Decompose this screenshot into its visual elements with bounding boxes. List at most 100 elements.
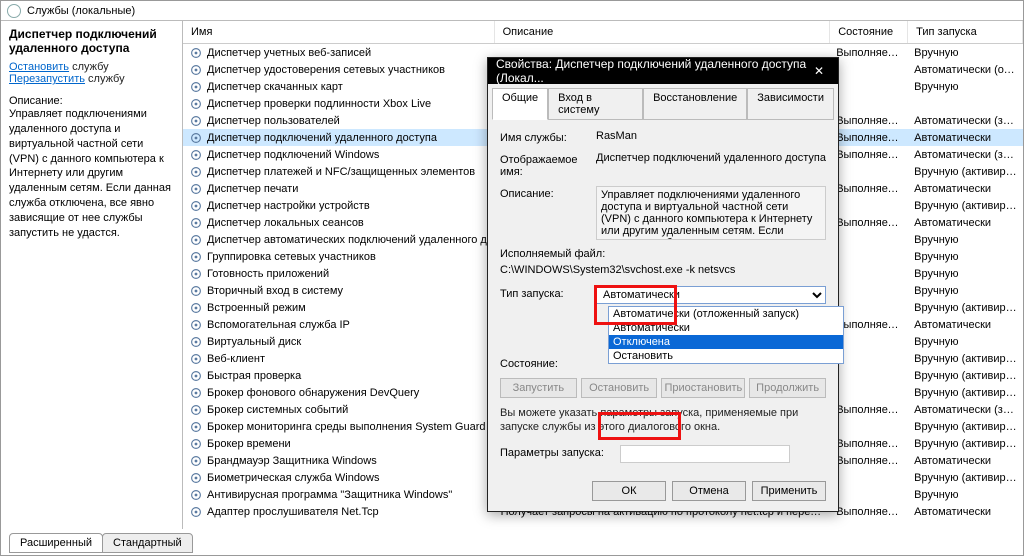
svc-name: Брокер системных событий xyxy=(207,404,348,416)
svc-name: Виртуальный диск xyxy=(207,336,301,348)
start-button[interactable]: Запустить xyxy=(500,378,577,398)
gear-icon xyxy=(189,471,203,485)
tab-recovery[interactable]: Восстановление xyxy=(643,88,747,120)
startup-select[interactable]: Автоматически xyxy=(596,286,826,304)
desc-box[interactable]: Управляет подключениями удаленного досту… xyxy=(596,186,826,240)
svc-name: Вспомогательная служба IP xyxy=(207,319,350,331)
gear-icon xyxy=(189,369,203,383)
svc-state: Выполняется xyxy=(830,217,908,229)
svc-start: Автоматически (запу xyxy=(908,149,1023,161)
desc-heading: Описание: xyxy=(9,95,174,107)
resume-button[interactable]: Продолжить xyxy=(749,378,826,398)
header-state[interactable]: Состояние xyxy=(830,21,908,43)
svc-start: Автоматически xyxy=(908,319,1023,331)
close-icon[interactable]: ✕ xyxy=(808,64,830,78)
svc-start: Вручную xyxy=(908,81,1023,93)
svc-state: Выполняется xyxy=(830,438,908,450)
svc-start: Вручную xyxy=(908,47,1023,59)
gear-icon xyxy=(189,233,203,247)
restart-link[interactable]: Перезапустить xyxy=(9,73,85,85)
svc-start: Вручную (активиров xyxy=(908,472,1023,484)
gear-icon xyxy=(189,284,203,298)
gear-icon xyxy=(189,403,203,417)
svc-start: Вручную (активиров xyxy=(908,353,1023,365)
svc-start: Автоматически xyxy=(908,455,1023,467)
svc-name: Брандмауэр Защитника Windows xyxy=(207,455,377,467)
gear-icon xyxy=(189,216,203,230)
svc-state: Выполняется xyxy=(830,115,908,127)
svc-state: Выполняется xyxy=(830,404,908,416)
svc-name: Брокер фонового обнаружения DevQuery xyxy=(207,387,419,399)
tab-logon[interactable]: Вход в систему xyxy=(548,88,643,120)
gear-icon xyxy=(189,267,203,281)
stop-link[interactable]: Остановить xyxy=(9,61,69,73)
svc-start: Автоматически (отло xyxy=(908,64,1023,76)
svc-start: Вручную xyxy=(908,336,1023,348)
svc-name: Диспетчер платежей и NFC/защищенных элем… xyxy=(207,166,475,178)
stop-button[interactable]: Остановить xyxy=(581,378,658,398)
gear-icon xyxy=(189,114,203,128)
apply-button[interactable]: Применить xyxy=(752,481,826,501)
svc-start: Вручную (активиров xyxy=(908,166,1023,178)
svc-start: Вручную (активиров xyxy=(908,387,1023,399)
svc-start: Автоматически xyxy=(908,132,1023,144)
gear-icon xyxy=(189,63,203,77)
tab-standard[interactable]: Стандартный xyxy=(102,533,193,553)
gear-icon xyxy=(189,454,203,468)
svc-name: Группировка сетевых участников xyxy=(207,251,376,263)
svc-state: Выполняется xyxy=(830,132,908,144)
svc-name: Антивирусная программа "Защитника Window… xyxy=(207,489,452,501)
gear-icon xyxy=(189,335,203,349)
tab-general[interactable]: Общие xyxy=(492,88,548,120)
svc-start: Вручную (активиров xyxy=(908,302,1023,314)
gear-icon xyxy=(189,301,203,315)
svc-name: Быстрая проверка xyxy=(207,370,301,382)
params-input[interactable] xyxy=(620,445,790,463)
svc-state: Выполняется xyxy=(830,183,908,195)
header-name[interactable]: Имя xyxy=(183,21,495,43)
gear-icon xyxy=(189,250,203,264)
svc-name: Диспетчер настройки устройств xyxy=(207,200,370,212)
gear-icon xyxy=(189,148,203,162)
header-desc[interactable]: Описание xyxy=(495,21,831,43)
cancel-button[interactable]: Отмена xyxy=(672,481,746,501)
svc-start: Автоматически (запу xyxy=(908,115,1023,127)
selected-service-title: Диспетчер подключений удаленного доступа xyxy=(9,27,174,55)
opt-auto[interactable]: Автоматически xyxy=(609,321,843,335)
opt-delayed[interactable]: Автоматически (отложенный запуск) xyxy=(609,307,843,321)
disp-name-value: Диспетчер подключений удаленного доступа xyxy=(596,152,826,164)
gear-icon xyxy=(189,352,203,366)
svc-start: Вручную (активиров xyxy=(908,421,1023,433)
svc-start: Автоматически xyxy=(908,506,1023,518)
svc-name: Готовность приложений xyxy=(207,268,329,280)
svc-name: Диспетчер проверки подлинности Xbox Live xyxy=(207,98,431,110)
svc-name-label: Имя службы: xyxy=(500,130,596,144)
tab-extended[interactable]: Расширенный xyxy=(9,533,103,553)
gear-icon xyxy=(189,488,203,502)
services-glyph-icon xyxy=(7,4,21,18)
svc-name: Диспетчер пользователей xyxy=(207,115,340,127)
service-description: Управляет подключениями удаленного досту… xyxy=(9,107,174,241)
column-headers: Имя Описание Состояние Тип запуска xyxy=(183,21,1023,44)
desc-label: Описание: xyxy=(500,186,596,200)
opt-disabled[interactable]: Отключена xyxy=(609,335,843,349)
startup-dropdown: Автоматически (отложенный запуск) Автома… xyxy=(608,306,844,364)
svc-name: Диспетчер скачанных карт xyxy=(207,81,343,93)
gear-icon xyxy=(189,318,203,332)
ok-button[interactable]: ОК xyxy=(592,481,666,501)
opt-stop[interactable]: Остановить xyxy=(609,349,843,363)
svc-start: Вручную xyxy=(908,268,1023,280)
header-start[interactable]: Тип запуска xyxy=(908,21,1023,43)
tab-dependencies[interactable]: Зависимости xyxy=(747,88,834,120)
state-label: Состояние: xyxy=(500,356,596,370)
svc-start: Вручную xyxy=(908,489,1023,501)
gear-icon xyxy=(189,199,203,213)
svc-name: Вторичный вход в систему xyxy=(207,285,343,297)
svc-name: Диспетчер локальных сеансов xyxy=(207,217,364,229)
svc-name: Встроенный режим xyxy=(207,302,306,314)
svc-name-value: RasMan xyxy=(596,130,826,142)
svc-name: Диспетчер учетных веб-записей xyxy=(207,47,371,59)
svc-state: Выполняется xyxy=(830,149,908,161)
pause-button[interactable]: Приостановить xyxy=(661,378,745,398)
svc-name: Диспетчер автоматических подключений уда… xyxy=(207,234,495,246)
